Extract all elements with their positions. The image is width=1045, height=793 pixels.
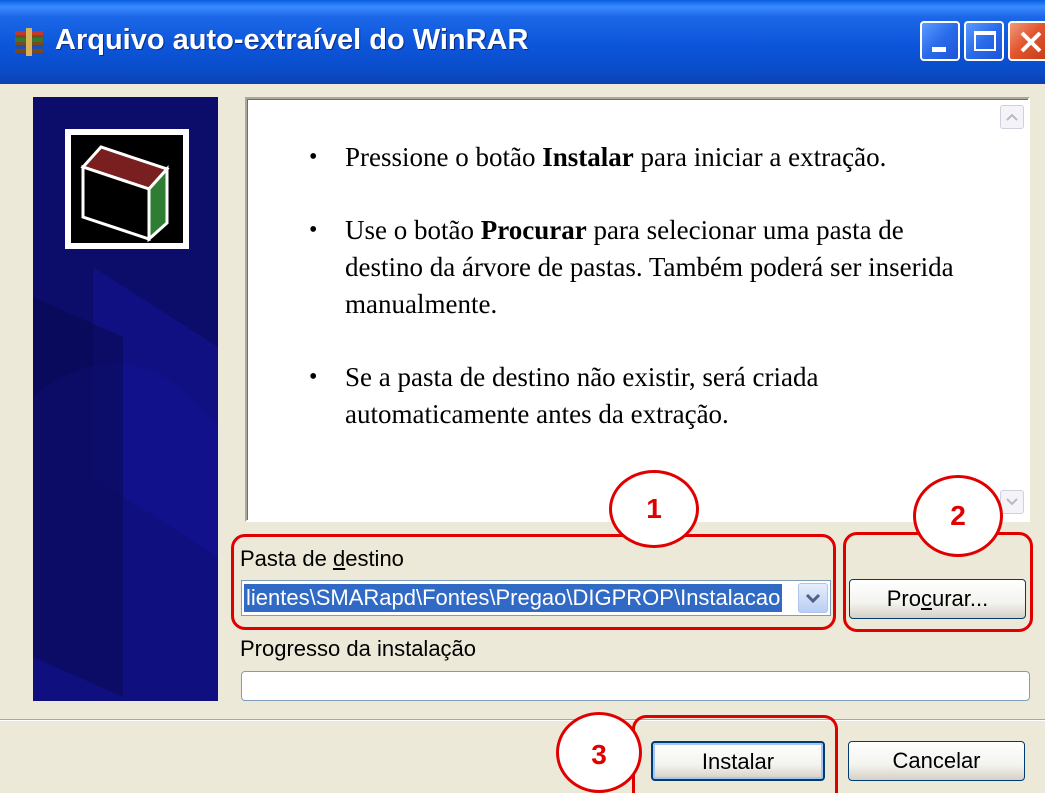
maximize-icon <box>974 31 996 51</box>
close-button[interactable] <box>1008 21 1045 61</box>
annotation-marker-1: 1 <box>609 470 699 548</box>
annotation-box-install <box>632 715 838 793</box>
winrar-icon <box>15 28 43 56</box>
chevron-down-icon <box>1006 498 1018 506</box>
scroll-up-button[interactable] <box>1000 105 1024 129</box>
instruction-item: • Pressione o botão Instalar para inicia… <box>309 139 959 176</box>
progress-label: Progresso da instalação <box>240 636 477 661</box>
close-icon <box>1020 31 1042 53</box>
side-banner <box>33 97 218 701</box>
bullet-icon: • <box>309 364 318 390</box>
chevron-up-icon <box>1006 113 1018 121</box>
instruction-item: • Se a pasta de destino não existir, ser… <box>309 359 959 433</box>
scroll-down-button[interactable] <box>1000 490 1024 514</box>
footer-separator <box>0 719 1045 721</box>
bullet-icon: • <box>309 144 318 170</box>
winrar-sfx-window: Arquivo auto-extraível do WinRAR • Press… <box>0 0 1045 793</box>
annotation-box-destination <box>231 534 836 630</box>
cancel-button[interactable]: Cancelar <box>848 741 1025 781</box>
instructions-list: • Pressione o botão Instalar para inicia… <box>309 139 959 469</box>
minimize-icon <box>932 47 946 52</box>
instructions-box: • Pressione o botão Instalar para inicia… <box>245 97 1030 522</box>
minimize-button[interactable] <box>920 21 960 61</box>
window-title: Arquivo auto-extraível do WinRAR <box>55 24 529 56</box>
title-bar[interactable]: Arquivo auto-extraível do WinRAR <box>0 0 1045 84</box>
instruction-item: • Use o botão Procurar para selecionar u… <box>309 212 959 323</box>
annotation-marker-2: 2 <box>913 475 1003 557</box>
bullet-icon: • <box>309 217 318 243</box>
maximize-button[interactable] <box>964 21 1004 61</box>
annotation-marker-3: 3 <box>556 712 642 793</box>
install-progress-bar <box>241 671 1030 701</box>
archive-box-icon <box>80 145 170 243</box>
winrar-logo <box>65 129 189 249</box>
